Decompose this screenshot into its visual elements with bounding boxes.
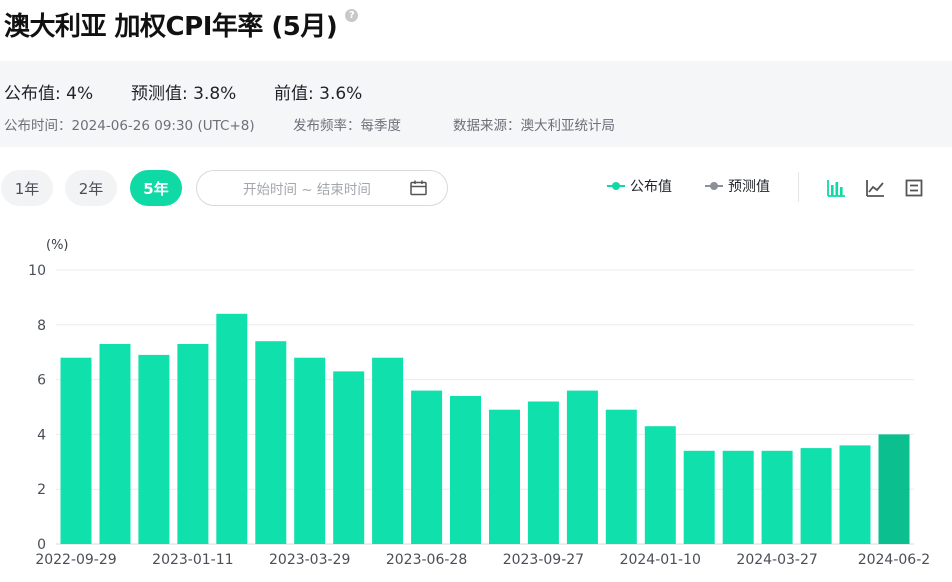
- range-2y-button[interactable]: 2年: [65, 170, 117, 206]
- chart-bar: [722, 450, 754, 544]
- data-source: 数据来源：澳大利亚统计局: [453, 118, 615, 134]
- chart-bar: [527, 401, 559, 544]
- page: 澳大利亚 加权CPI年率 (5月) ? 公布值: 4% 预测值: 3.8% 前值…: [0, 0, 952, 582]
- x-tick-label: 2023-09-27: [503, 552, 584, 568]
- help-icon[interactable]: ?: [345, 8, 359, 22]
- chart-bar: [333, 371, 365, 544]
- chart-bar: [683, 450, 715, 544]
- chart-bar: [800, 448, 832, 544]
- forecast-value: 预测值: 3.8%: [131, 84, 237, 104]
- chart-bar: [138, 354, 170, 544]
- chart-bar: [761, 450, 793, 544]
- chart-bar: [566, 390, 598, 544]
- range-5y-button[interactable]: 5年: [130, 170, 182, 206]
- y-tick-label: 2: [37, 482, 46, 498]
- chart-bar: [411, 390, 443, 544]
- table-icon[interactable]: [904, 178, 924, 198]
- x-tick-label: 2024-01-10: [620, 552, 701, 568]
- chart-bar: [839, 445, 871, 544]
- chart-bar: [644, 426, 676, 544]
- date-range-placeholder: 开始时间 ~ 结束时间: [243, 182, 371, 198]
- x-tick-label: 2024-06-2: [858, 552, 930, 568]
- y-tick-label: 6: [37, 373, 46, 389]
- title-row: 澳大利亚 加权CPI年率 (5月) ?: [4, 4, 359, 44]
- chart-bar: [255, 341, 287, 544]
- page-title: 澳大利亚 加权CPI年率 (5月): [4, 11, 338, 42]
- chart-bar: [372, 357, 404, 544]
- calendar-icon[interactable]: [410, 180, 427, 196]
- x-tick-label: 2023-03-29: [269, 552, 350, 568]
- toolbar: 1年 2年 5年 开始时间 ~ 结束时间 公布值 预测值: [0, 168, 952, 208]
- release-frequency: 发布频率：每季度: [293, 118, 401, 134]
- actual-value: 公布值: 4%: [4, 84, 94, 104]
- chart-bar: [878, 434, 910, 544]
- chart-bar: [605, 409, 637, 544]
- toolbar-divider: [798, 172, 799, 202]
- line-chart-icon[interactable]: [865, 178, 885, 198]
- x-tick-label: 2024-03-27: [736, 552, 817, 568]
- bar-chart-icon[interactable]: [826, 178, 846, 198]
- legend-forecast[interactable]: 预测值: [705, 176, 770, 196]
- stats-row: 公布值: 4% 预测值: 3.8% 前值: 3.6%: [4, 79, 362, 104]
- cpi-bar-chart: (%) 0 2 4 6 8 10 2022-09-29 2023-01-11 2023-03-29…: [28, 238, 930, 568]
- previous-value: 前值: 3.6%: [274, 84, 363, 104]
- y-tick-label: 8: [37, 318, 46, 334]
- legend-actual-swatch: [607, 181, 625, 191]
- legend-actual[interactable]: 公布值: [607, 176, 672, 196]
- legend-actual-label: 公布值: [630, 179, 672, 195]
- chart-bar: [294, 357, 326, 544]
- chart-bar: [99, 344, 131, 544]
- x-tick-label: 2023-06-28: [386, 552, 467, 568]
- info-panel: 公布值: 4% 预测值: 3.8% 前值: 3.6% 公布时间：2024-06-…: [0, 61, 952, 147]
- chart-bar: [489, 409, 520, 544]
- y-tick-label: 0: [37, 537, 46, 553]
- legend-forecast-label: 预测值: [728, 179, 770, 195]
- x-tick-label: 2022-09-29: [35, 552, 116, 568]
- date-range-input[interactable]: 开始时间 ~ 结束时间: [196, 170, 448, 206]
- chart-bar: [177, 344, 209, 544]
- y-tick-label: 10: [28, 263, 46, 279]
- chart-bar: [450, 396, 481, 544]
- y-tick-label: 4: [37, 427, 46, 443]
- chart-bar: [60, 357, 92, 544]
- release-time: 公布时间：2024-06-26 09:30 (UTC+8): [4, 118, 255, 134]
- chart-bar: [216, 313, 248, 544]
- x-tick-label: 2023-01-11: [152, 552, 233, 568]
- y-axis-unit-label: (%): [46, 238, 69, 253]
- range-1y-button[interactable]: 1年: [1, 170, 53, 206]
- meta-row: 公布时间：2024-06-26 09:30 (UTC+8) 发布频率：每季度 数…: [4, 114, 615, 134]
- legend-forecast-swatch: [705, 181, 723, 191]
